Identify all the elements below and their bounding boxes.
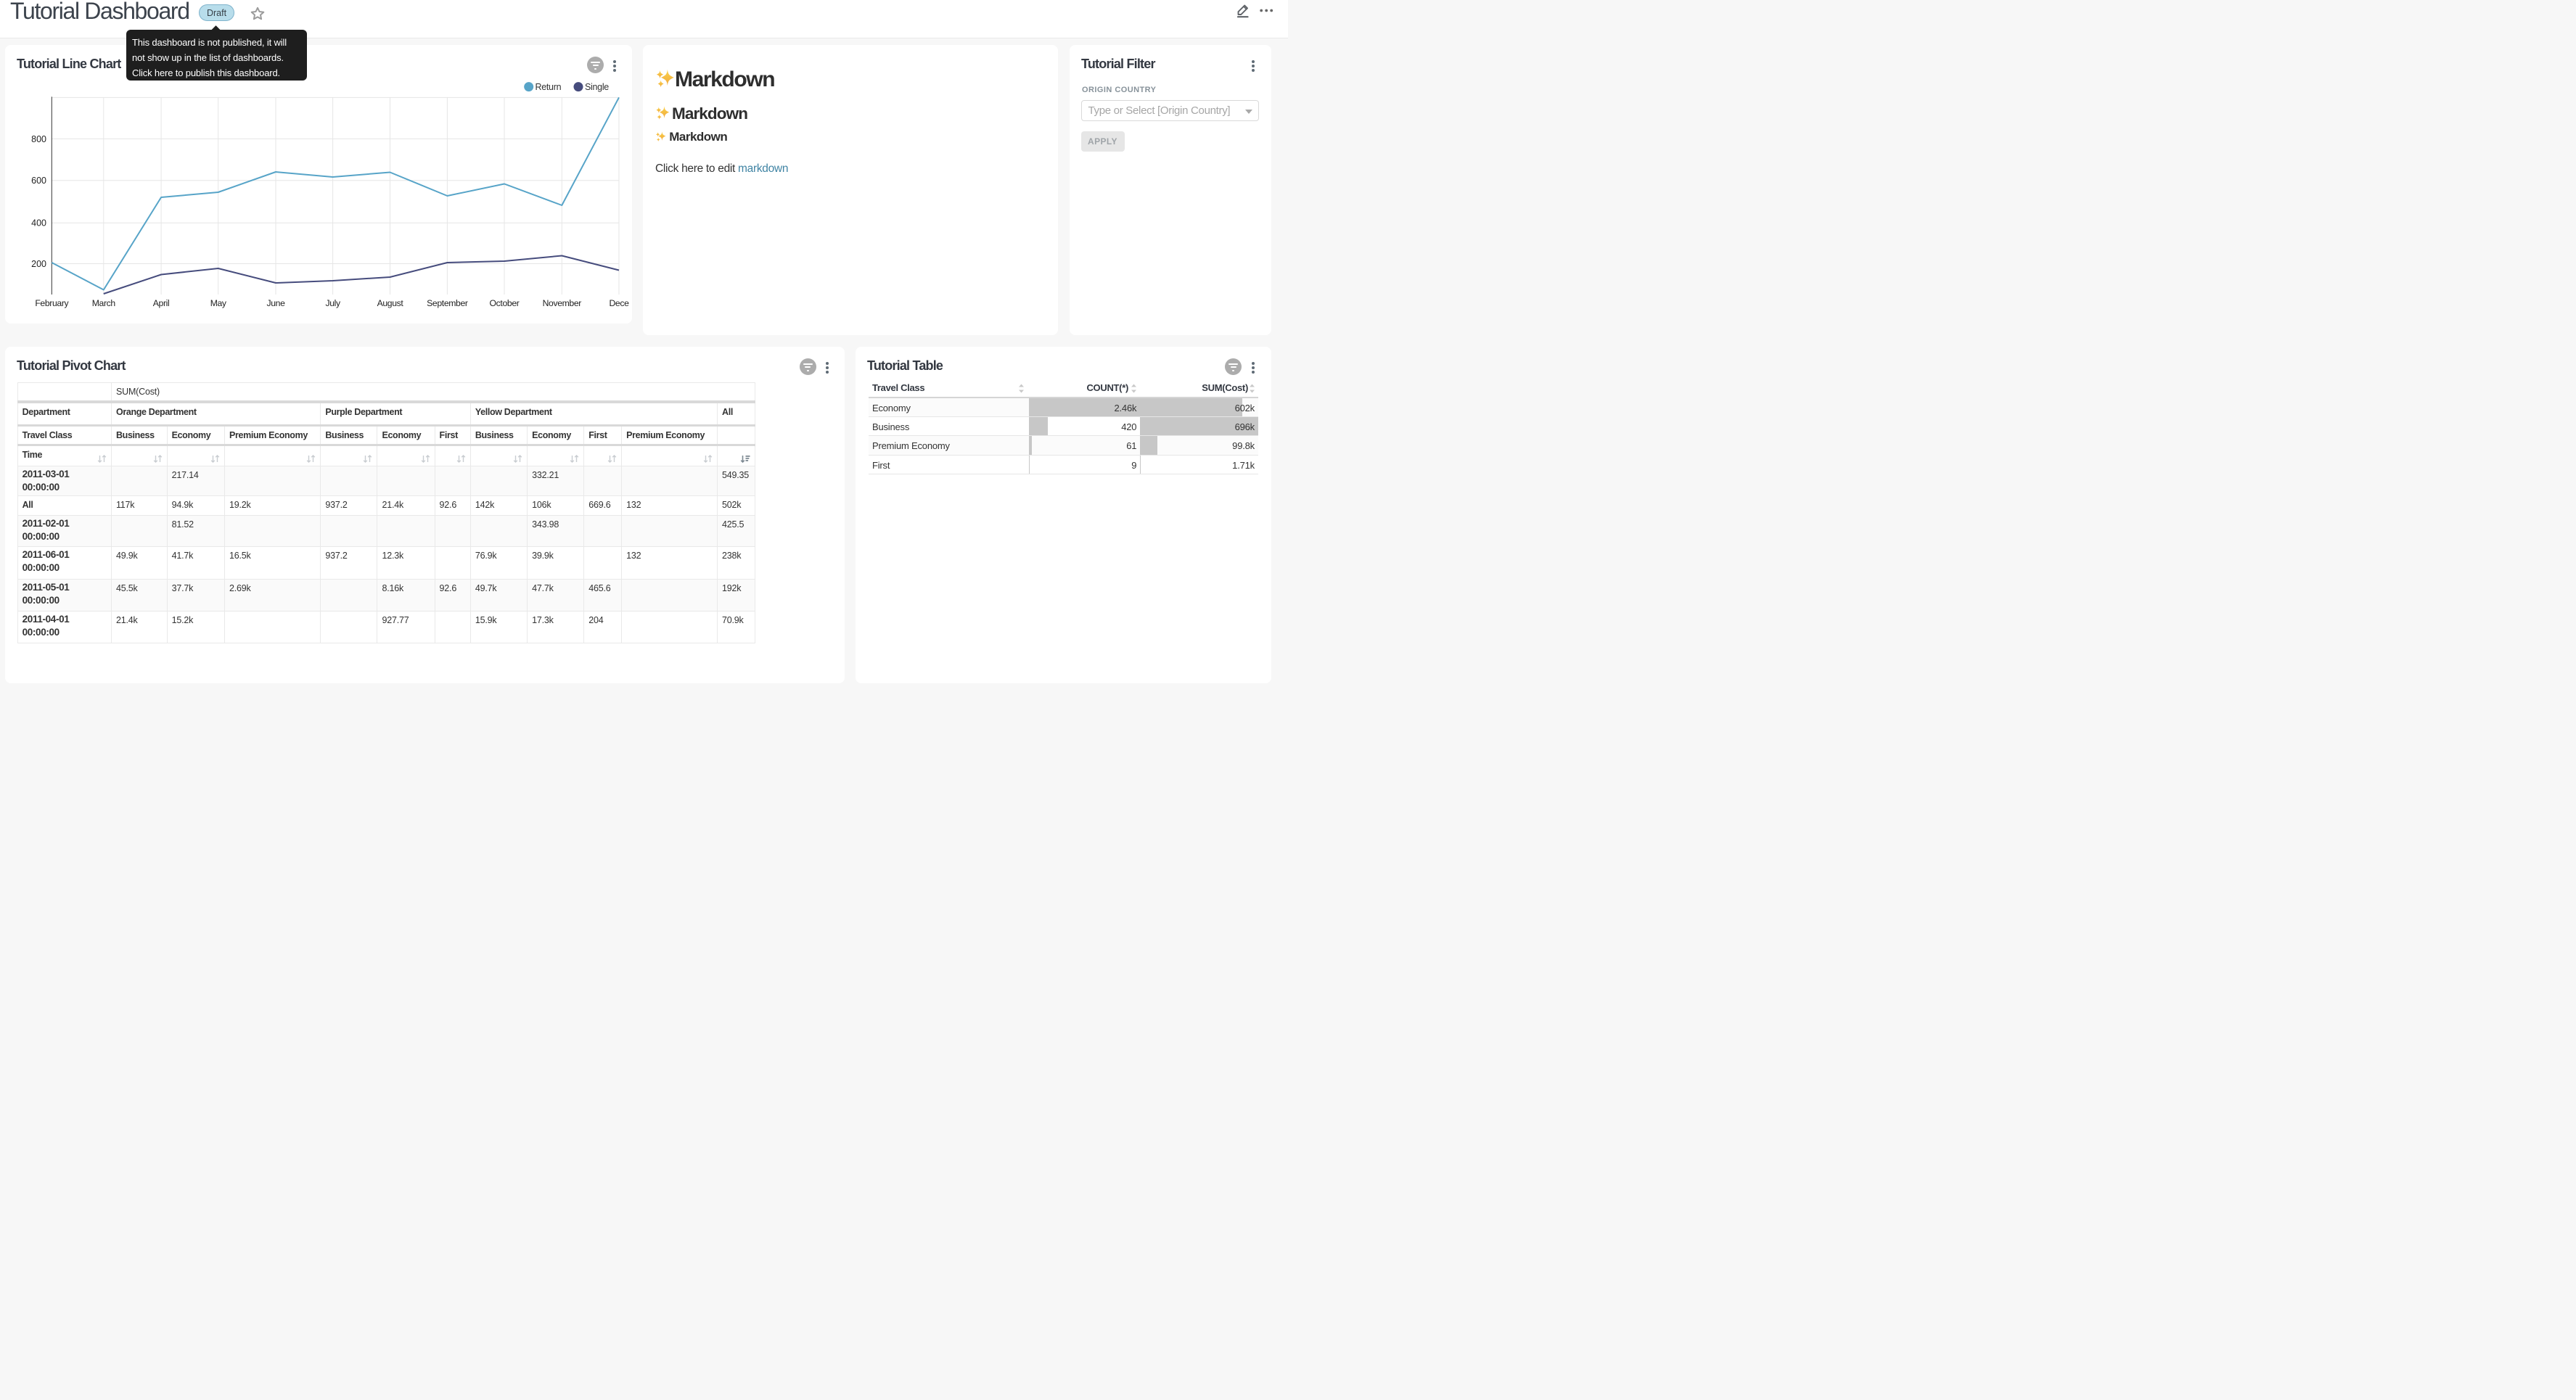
svg-text:July: July xyxy=(325,298,341,308)
svg-text:Single: Single xyxy=(585,82,609,92)
svg-text:Return: Return xyxy=(536,82,562,92)
svg-text:600: 600 xyxy=(31,176,46,186)
svg-text:May: May xyxy=(210,298,227,308)
svg-text:200: 200 xyxy=(31,259,46,269)
svg-text:400: 400 xyxy=(31,218,46,228)
svg-text:April: April xyxy=(153,298,170,308)
svg-text:Dece: Dece xyxy=(609,298,629,308)
svg-text:October: October xyxy=(490,298,520,308)
svg-text:August: August xyxy=(377,298,404,308)
svg-text:November: November xyxy=(543,298,582,308)
svg-text:March: March xyxy=(92,298,115,308)
svg-text:February: February xyxy=(35,298,69,308)
svg-text:September: September xyxy=(427,298,468,308)
svg-text:June: June xyxy=(266,298,285,308)
svg-text:800: 800 xyxy=(31,134,46,144)
